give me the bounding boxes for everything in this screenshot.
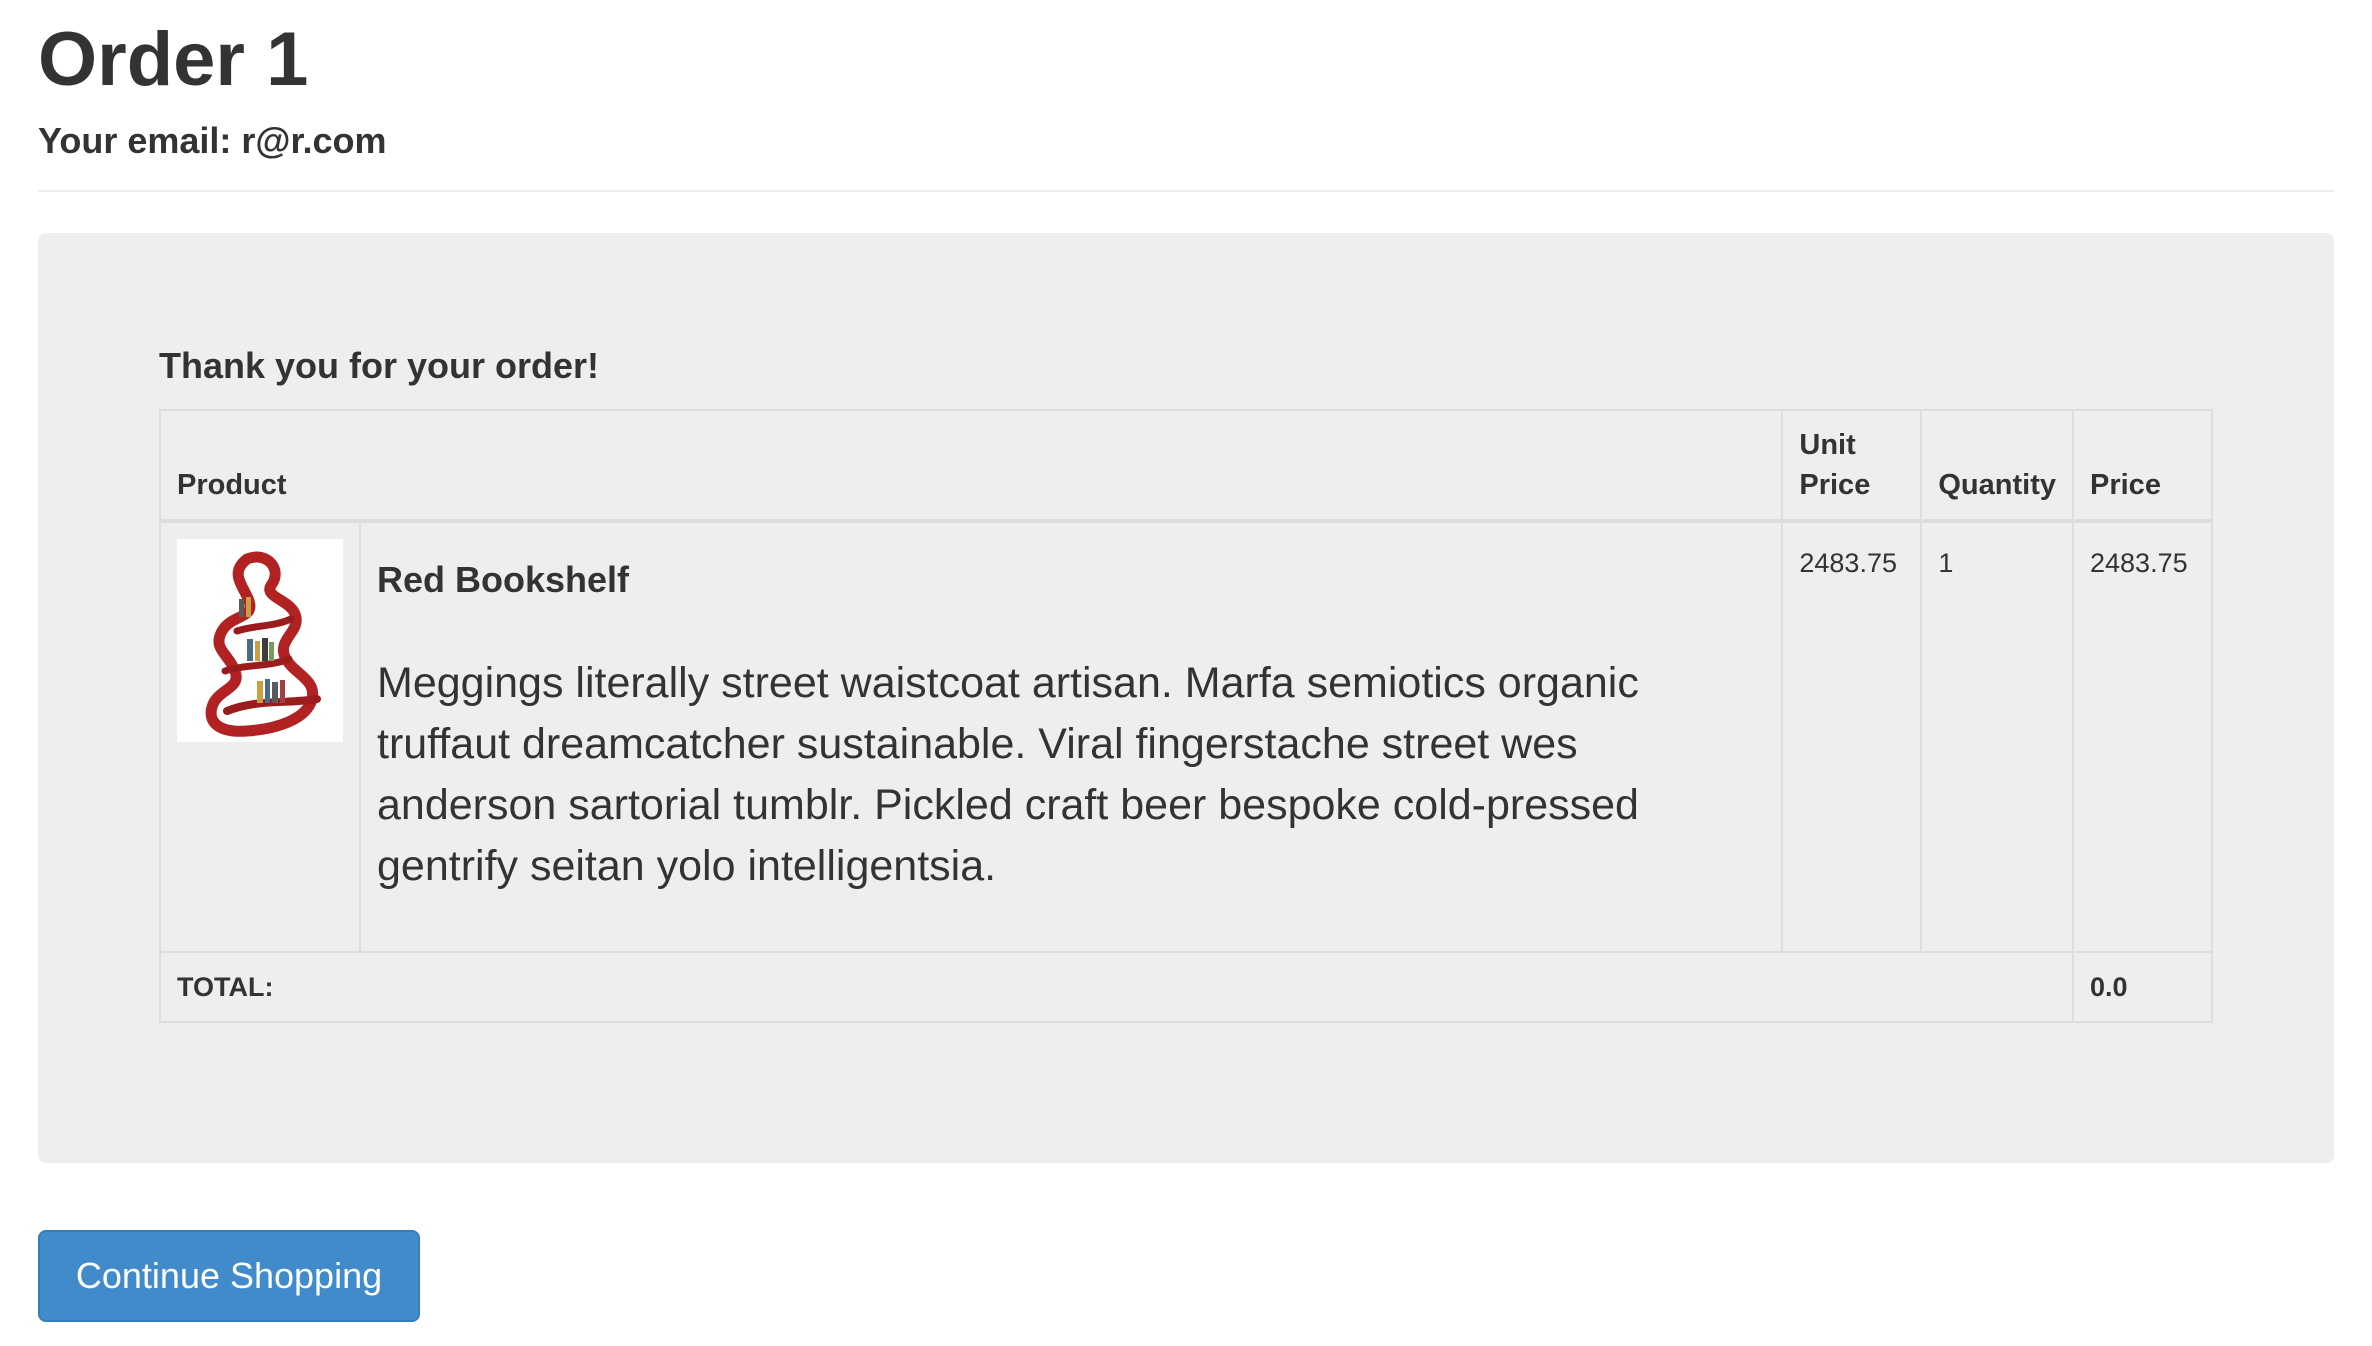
column-header-quantity: Quantity (1920, 409, 2074, 523)
column-header-unit-price: Unit Price (1781, 409, 1923, 523)
column-header-price: Price (2072, 409, 2213, 523)
product-details-cell: Red Bookshelf Meggings literally street … (358, 520, 1784, 953)
order-items-table: Product Unit Price Quantity Price Red Bo… (158, 409, 2213, 1023)
table-row: Red Bookshelf Meggings literally street … (159, 520, 2213, 953)
order-header: Order 1 Your email: r@r.com (38, 14, 2338, 162)
product-description: Meggings literally street waistcoat arti… (377, 659, 1639, 890)
thank-you-message: Thank you for your order! (159, 345, 600, 386)
product-image (177, 539, 343, 742)
total-value: 0.0 (2072, 951, 2213, 1023)
total-label: TOTAL: (159, 951, 2074, 1023)
column-header-product: Product (158, 409, 1784, 523)
quantity-cell: 1 (1920, 520, 2074, 953)
product-name: Red Bookshelf (377, 559, 630, 600)
order-page: Order 1 Your email: r@r.com Thank you fo… (0, 0, 2372, 1346)
customer-email: Your email: r@r.com (38, 120, 387, 161)
product-image-cell (159, 520, 361, 953)
unit-price-cell: 2483.75 (1781, 520, 1923, 953)
price-cell: 2483.75 (2072, 520, 2213, 953)
order-summary-panel: Thank you for your order! Product Unit P… (38, 233, 2334, 1163)
header-divider (38, 190, 2334, 192)
total-row: TOTAL: 0.0 (159, 951, 2213, 1023)
continue-shopping-button[interactable]: Continue Shopping (38, 1230, 420, 1322)
table-header-row: Product Unit Price Quantity Price (158, 409, 2213, 523)
page-title: Order 1 (38, 17, 309, 102)
